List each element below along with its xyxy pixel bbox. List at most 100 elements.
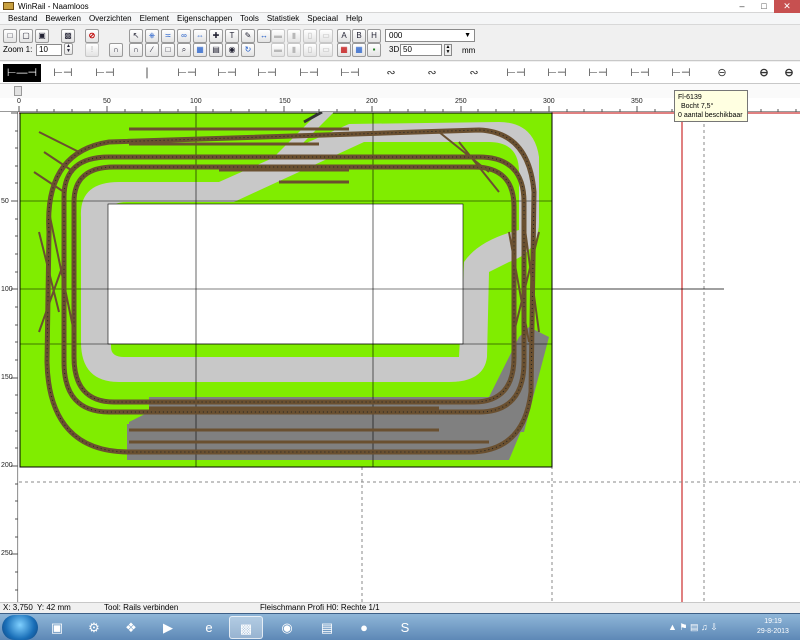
font-h-button[interactable]: H <box>367 29 381 43</box>
zoom-input[interactable]: 10 <box>36 44 62 56</box>
palette-item-buffer[interactable]: ∣ <box>128 64 166 82</box>
minimize-button[interactable]: – <box>730 0 754 13</box>
menu-tools[interactable]: Tools <box>236 13 263 24</box>
line-icon[interactable]: ∕ <box>145 43 159 57</box>
palette-item-curve-3[interactable]: ⊢⊣ <box>538 64 576 82</box>
font-a-button[interactable]: A <box>337 29 351 43</box>
tunnel-icon[interactable]: ∩ <box>129 43 143 57</box>
measure-icon[interactable]: ↔ <box>257 29 271 43</box>
select-arrow-icon[interactable]: ↖ <box>129 29 143 43</box>
menu-bestand[interactable]: Bestand <box>4 13 41 24</box>
folder-icon[interactable]: ▤ <box>310 616 344 639</box>
network-icon[interactable]: ❖ <box>114 616 148 639</box>
bridge-icon[interactable]: ∩ <box>109 43 123 57</box>
palette-item-straight-7[interactable]: ⊢⊣ <box>662 64 700 82</box>
menu-overzichten[interactable]: Overzichten <box>85 13 136 24</box>
view3d-input[interactable]: 50 <box>400 44 442 56</box>
track-tooltip: Fl-6139 Bocht 7,5° 0 aantal beschikbaar <box>674 90 748 122</box>
palette-item-straight-short[interactable]: ⊢⊣ <box>86 64 124 82</box>
align-right-icon[interactable]: ▮ <box>287 43 301 57</box>
layer-select[interactable]: 000 ▼ <box>385 29 475 42</box>
media-icon[interactable]: ▶ <box>151 616 185 639</box>
join-icon[interactable]: ⇔ <box>193 29 207 43</box>
rectangle-icon[interactable]: □ <box>161 43 175 57</box>
exclamation-icon[interactable]: ! <box>85 43 99 57</box>
view3d-spinner[interactable]: ▲ ▼ <box>444 44 452 56</box>
palette-item-circle-2[interactable]: ⊖ <box>745 64 783 82</box>
save-icon[interactable]: ▣ <box>35 29 49 43</box>
menu-element[interactable]: Element <box>136 13 173 24</box>
ruler-top-label: 150 <box>279 98 291 105</box>
layout-canvas[interactable] <box>19 112 800 602</box>
menu-help[interactable]: Help <box>342 13 366 24</box>
grid-red-icon[interactable]: ▦ <box>337 43 351 57</box>
chrome-icon[interactable]: ◉ <box>270 616 304 639</box>
palette-item-curve-5[interactable]: ⊢⊣ <box>621 64 659 82</box>
library-icon[interactable]: ⚙ <box>77 616 111 639</box>
inner-white-area <box>107 203 464 345</box>
palette-scrollbar-thumb[interactable] <box>14 86 22 96</box>
stop-icon[interactable]: ⊘ <box>85 29 99 43</box>
send-back-icon[interactable]: ▭ <box>319 43 333 57</box>
explorer-icon[interactable]: ▣ <box>40 616 74 639</box>
pencil-icon[interactable]: ✎ <box>241 29 255 43</box>
palette-item-straight[interactable]: ⊢⊣ <box>44 64 82 82</box>
open-folder-icon[interactable]: ▢ <box>19 29 33 43</box>
maximize-button[interactable]: □ <box>752 0 776 13</box>
palette-item-curve-1[interactable]: ∾ <box>455 64 493 82</box>
start-button[interactable] <box>2 615 38 640</box>
winrail-icon[interactable]: ▩ <box>229 616 263 639</box>
ruler-left: 50 100 150 200 250 <box>0 112 18 602</box>
move-icon[interactable]: ✚ <box>209 29 223 43</box>
palette-item-straight-6[interactable]: ⊢⊣ <box>331 64 369 82</box>
zoom-icon[interactable]: ⌕ <box>177 43 191 57</box>
palette-item-straight-3[interactable]: ⊢⊣ <box>208 64 246 82</box>
palette-color-icon[interactable]: ▪ <box>367 43 381 57</box>
link-icon[interactable]: ∞ <box>177 29 191 43</box>
bring-front-icon[interactable]: ▯ <box>303 43 317 57</box>
print-icon[interactable]: ▩ <box>61 29 75 43</box>
palette-item-flex-1[interactable]: ∾ <box>372 64 410 82</box>
palette-item-straight-5[interactable]: ⊢⊣ <box>290 64 328 82</box>
title-bar: WinRail - Naamloos – □ ✕ <box>0 0 800 13</box>
flex-rail-icon[interactable]: ≍ <box>161 29 175 43</box>
grid-icon[interactable]: ▦ <box>193 43 207 57</box>
rotate-icon[interactable]: ↻ <box>241 43 255 57</box>
skype-icon[interactable]: S <box>388 616 422 639</box>
menu-statistiek[interactable]: Statistiek <box>263 13 303 24</box>
distribute-icon[interactable]: ▯ <box>303 29 317 43</box>
palette-item-straight-4[interactable]: ⊢⊣ <box>248 64 286 82</box>
tooltip-description: Bocht 7,5° <box>681 103 714 110</box>
zoom-spinner[interactable]: ▲ ▼ <box>64 43 73 55</box>
close-button[interactable]: ✕ <box>774 0 800 13</box>
align-left-icon[interactable]: ▬ <box>271 43 285 57</box>
palette-item-curve-2[interactable]: ⊢⊣ <box>497 64 535 82</box>
palette-item-circle-3[interactable]: ⊖ <box>780 64 798 82</box>
layers-icon[interactable]: ▤ <box>209 43 223 57</box>
ruler-top-label: 100 <box>190 98 202 105</box>
color-icon[interactable]: ◉ <box>225 43 239 57</box>
menu-eigenschappen[interactable]: Eigenschappen <box>173 13 236 24</box>
palette-item-straight-2[interactable]: ⊢⊣ <box>168 64 206 82</box>
paint-icon[interactable]: ● <box>347 616 381 639</box>
font-b-button[interactable]: B <box>352 29 366 43</box>
align-horizontal-icon[interactable]: ▬ <box>271 29 285 43</box>
new-file-icon[interactable]: □ <box>3 29 17 43</box>
connect-rail-icon[interactable]: ⎈ <box>145 29 159 43</box>
palette-item-circle-1[interactable]: ⊖ <box>703 64 741 82</box>
group-icon[interactable]: ▭ <box>319 29 333 43</box>
menu-bar: Bestand Bewerken Overzichten Element Eig… <box>0 13 800 25</box>
system-tray[interactable]: ▲ ⚑ ▤ ♫ ⇩ <box>668 616 758 639</box>
clock[interactable]: 19:19 29-8-2013 <box>748 617 798 637</box>
menu-speciaal[interactable]: Speciaal <box>303 13 342 24</box>
text-tool-icon[interactable]: T <box>225 29 239 43</box>
ie-icon[interactable]: e <box>192 616 226 639</box>
grid-blue-icon[interactable]: ▦ <box>352 43 366 57</box>
palette-item-straight-long[interactable]: ⊢―⊣ <box>3 64 41 82</box>
status-x: X: 3,750 <box>3 603 33 612</box>
palette-item-flex-2[interactable]: ∾ <box>413 64 451 82</box>
align-vertical-icon[interactable]: ▮ <box>287 29 301 43</box>
menu-bewerken[interactable]: Bewerken <box>41 13 85 24</box>
palette-item-curve-4[interactable]: ⊢⊣ <box>579 64 617 82</box>
ruler-left-label: 50 <box>1 198 9 205</box>
